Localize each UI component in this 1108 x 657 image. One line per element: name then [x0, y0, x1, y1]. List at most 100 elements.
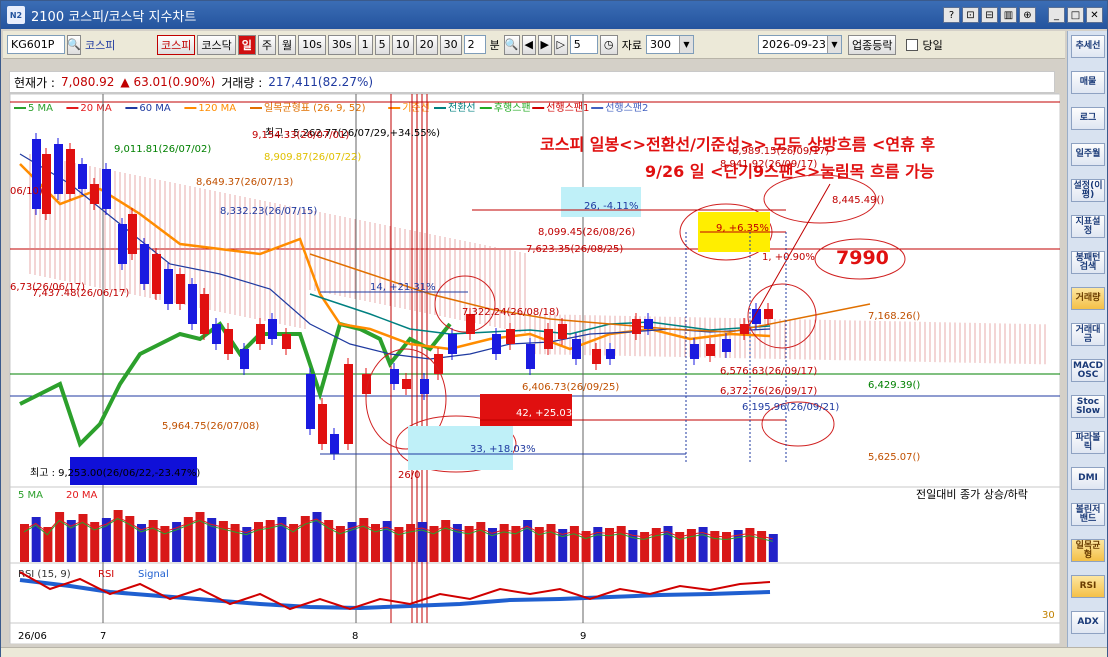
window-button-1[interactable]: ⊡ — [962, 7, 979, 23]
candle-3[interactable] — [66, 149, 75, 194]
candle-30[interactable] — [448, 334, 457, 354]
window-button-6[interactable]: □ — [1067, 7, 1084, 23]
candle-29[interactable] — [434, 354, 443, 374]
candle-24[interactable] — [344, 364, 353, 444]
panel-button-6[interactable]: 봉패턴검색 — [1071, 251, 1105, 274]
candle-20[interactable] — [282, 334, 291, 349]
week-button[interactable]: 주 — [257, 34, 276, 55]
panel-button-2[interactable]: 로그 — [1071, 107, 1105, 130]
candle-23[interactable] — [330, 434, 339, 454]
candle-44[interactable] — [722, 339, 731, 352]
candle-27[interactable] — [402, 379, 411, 389]
candle-16[interactable] — [224, 329, 233, 354]
candle-42[interactable] — [690, 344, 699, 359]
zoom-icon[interactable]: 🔍 — [503, 34, 520, 55]
panel-button-10[interactable]: Stoc Slow — [1071, 395, 1105, 418]
period-button-30[interactable]: 30 — [439, 34, 462, 55]
clock-icon[interactable]: ◷ — [599, 34, 618, 55]
candle-19[interactable] — [268, 319, 277, 339]
candle-32[interactable] — [492, 334, 501, 354]
kosdaq-button[interactable]: 코스닥 — [197, 34, 236, 55]
candle-15[interactable] — [212, 324, 221, 344]
step-input[interactable]: 5 — [569, 35, 598, 54]
candle-36[interactable] — [558, 324, 567, 339]
candle-4[interactable] — [78, 164, 87, 189]
window-button-5[interactable]: _ — [1048, 7, 1065, 23]
candle-8[interactable] — [128, 214, 137, 254]
panel-button-0[interactable]: 추세선 — [1071, 35, 1105, 58]
candle-0[interactable] — [32, 139, 41, 209]
kospi-button[interactable]: 코스피 — [157, 34, 196, 55]
next-icon[interactable]: ▷ — [553, 34, 568, 55]
panel-button-5[interactable]: 지표설정 — [1071, 215, 1105, 238]
minute-input[interactable]: 2 — [463, 35, 486, 54]
candle-18[interactable] — [256, 324, 265, 344]
candle-11[interactable] — [164, 269, 173, 304]
period-button-5[interactable]: 5 — [374, 34, 390, 55]
candle-38[interactable] — [592, 349, 601, 364]
candle-47[interactable] — [764, 309, 773, 319]
window-button-7[interactable]: ✕ — [1086, 7, 1103, 23]
panel-button-9[interactable]: MACD OSC — [1071, 359, 1105, 382]
period-button-20[interactable]: 20 — [415, 34, 438, 55]
candle-5[interactable] — [90, 184, 99, 204]
candle-40[interactable] — [632, 319, 641, 334]
candle-43[interactable] — [706, 344, 715, 356]
prev-icon[interactable]: ◀ — [521, 34, 536, 55]
search-icon[interactable]: 🔍 — [67, 34, 81, 55]
candle-37[interactable] — [572, 339, 581, 359]
candle-33[interactable] — [506, 329, 515, 344]
date-picker[interactable]: 2026-09-23 ▼ — [757, 35, 842, 54]
play-icon[interactable]: ▶ — [537, 34, 552, 55]
candle-2[interactable] — [54, 144, 63, 194]
candle-9[interactable] — [140, 244, 149, 284]
panel-button-11[interactable]: 파라볼릭 — [1071, 431, 1105, 454]
panel-button-13[interactable]: 볼린저밴드 — [1071, 503, 1105, 526]
panel-button-12[interactable]: DMI — [1071, 467, 1105, 490]
candle-35[interactable] — [544, 329, 553, 349]
candle-22[interactable] — [318, 404, 327, 444]
panel-button-16[interactable]: ADX — [1071, 611, 1105, 634]
candle-41[interactable] — [644, 319, 653, 329]
candle-12[interactable] — [176, 274, 185, 304]
candle-7[interactable] — [118, 224, 127, 264]
data-count-select[interactable]: 300 ▼ — [645, 35, 694, 54]
today-checkbox[interactable] — [906, 38, 919, 51]
candle-10[interactable] — [152, 254, 161, 294]
window-button-3[interactable]: ▥ — [1000, 7, 1017, 23]
day-button[interactable]: 일 — [237, 34, 256, 55]
panel-button-3[interactable]: 일주월 — [1071, 143, 1105, 166]
candle-28[interactable] — [420, 379, 429, 394]
candle-46[interactable] — [752, 309, 761, 324]
window-button-2[interactable]: ⊟ — [981, 7, 998, 23]
candle-17[interactable] — [240, 349, 249, 369]
window-button-0[interactable]: ? — [943, 7, 960, 23]
panel-button-15[interactable]: RSI — [1071, 575, 1105, 598]
period-button-10[interactable]: 10 — [391, 34, 414, 55]
sector-button[interactable]: 업종등락 — [847, 34, 897, 55]
month-button[interactable]: 월 — [278, 34, 297, 55]
panel-button-7[interactable]: 거래량 — [1071, 287, 1105, 310]
30s-button[interactable]: 30s — [327, 34, 356, 55]
candle-1[interactable] — [42, 154, 51, 214]
candle-13[interactable] — [188, 284, 197, 324]
window-button-4[interactable]: ⊕ — [1019, 7, 1036, 23]
period-button-1[interactable]: 1 — [357, 34, 373, 55]
candle-45[interactable] — [740, 324, 749, 334]
panel-button-14[interactable]: 일목균형 — [1071, 539, 1105, 562]
panel-button-4[interactable]: 설정(이평) — [1071, 179, 1105, 202]
candle-39[interactable] — [606, 349, 615, 359]
candle-34[interactable] — [526, 344, 535, 369]
panel-button-8[interactable]: 거래대금 — [1071, 323, 1105, 346]
code-input[interactable]: KG601P — [7, 35, 65, 54]
10s-button[interactable]: 10s — [298, 34, 326, 55]
chart-area[interactable]: 5 MA 20 MA 60 MA 120 MA 일목균형표 (26, 9, 52) 기준선… — [9, 93, 1061, 645]
title-bar[interactable]: N2 2100 코스피/코스닥 지수차트 ? ⊡ ⊟ ▥ ⊕ _ □ ✕ — [1, 1, 1107, 29]
panel-button-1[interactable]: 매물 — [1071, 71, 1105, 94]
chevron-down-icon[interactable]: ▼ — [826, 36, 841, 53]
candle-6[interactable] — [102, 169, 111, 209]
candle-21[interactable] — [306, 374, 315, 429]
candle-26[interactable] — [390, 369, 399, 384]
candle-14[interactable] — [200, 294, 209, 334]
chart-svg[interactable]: 5 MA 20 MA 60 MA 120 MA 일목균형표 (26, 9, 52) 기준선… — [9, 93, 1061, 645]
